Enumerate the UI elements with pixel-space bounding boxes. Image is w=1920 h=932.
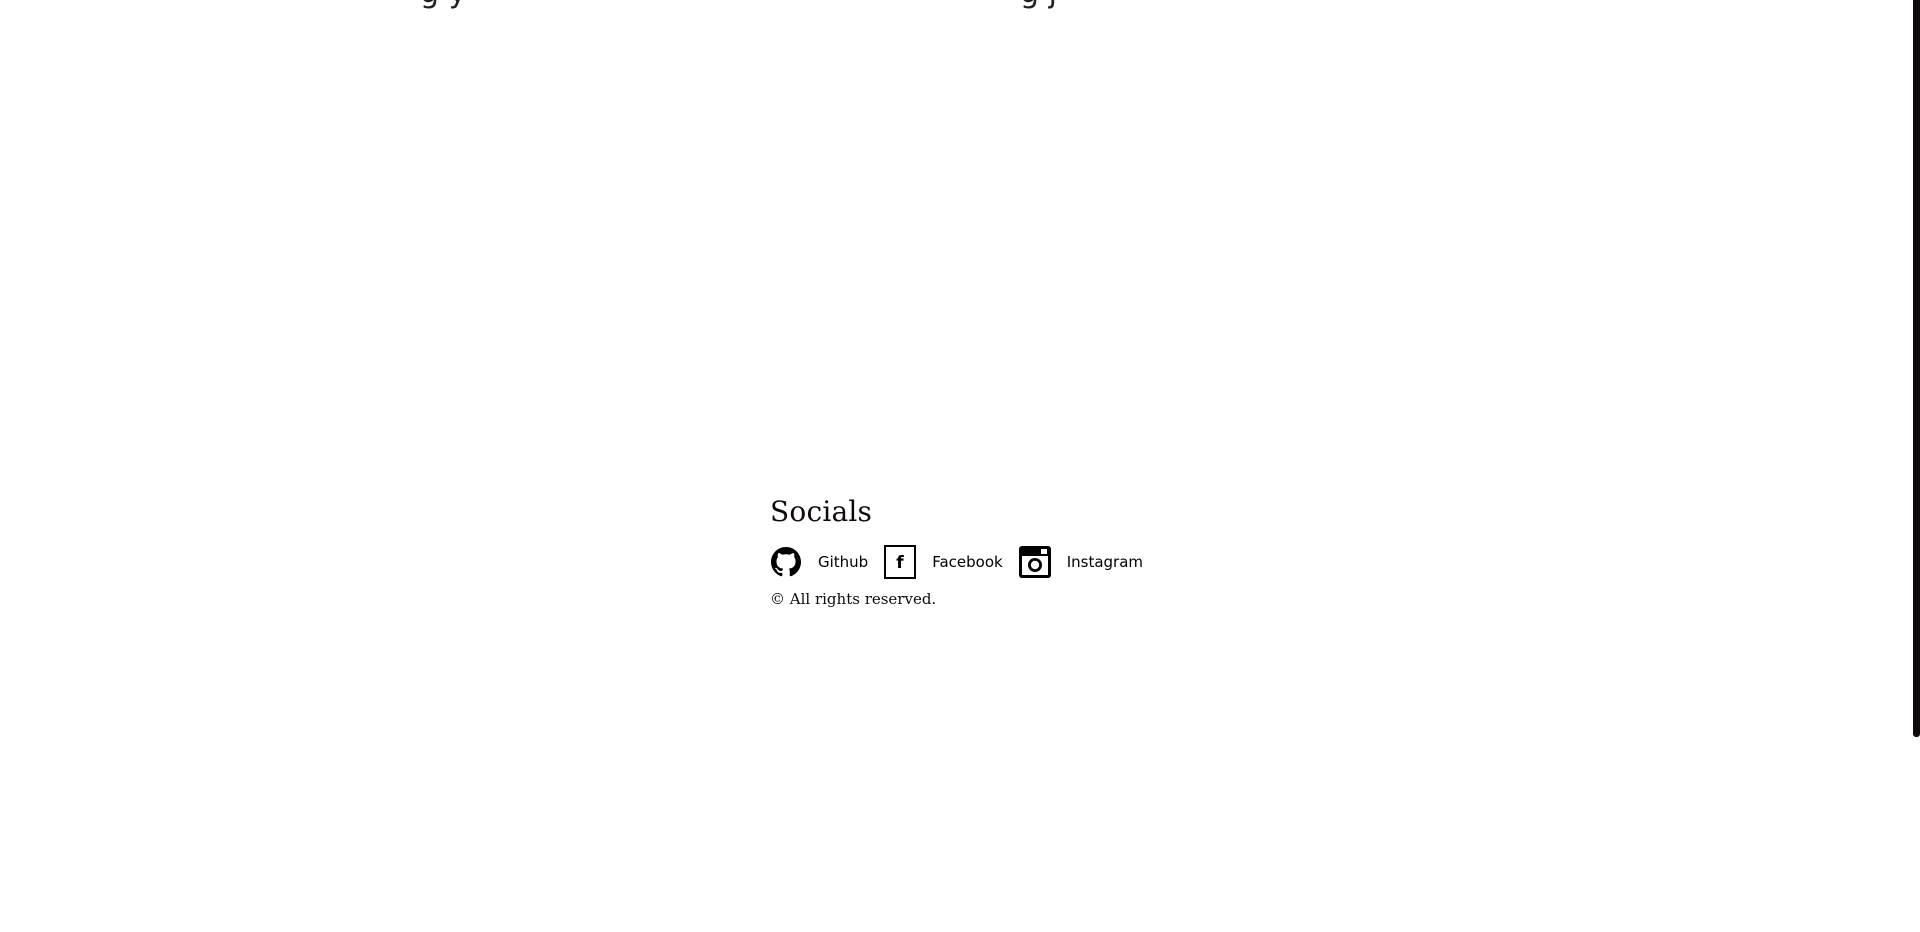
github-icon (770, 544, 802, 580)
github-link[interactable]: Github (770, 544, 868, 580)
copyright-text: © All rights reserved. (770, 590, 937, 608)
facebook-label: Facebook (932, 553, 1003, 571)
instagram-link[interactable]: Instagram (1018, 544, 1144, 580)
social-links: Github f Facebook Instagram (770, 544, 1159, 580)
facebook-link[interactable]: f Facebook (884, 544, 1003, 580)
clipped-heading-fragment: g j (1020, 0, 1057, 8)
footer: Socials Github f Facebook Instagram © Al… (770, 492, 1159, 610)
facebook-icon: f (884, 544, 917, 580)
instagram-icon (1018, 544, 1051, 580)
scrollbar[interactable] (1912, 0, 1920, 932)
clipped-heading-fragment: g y (420, 0, 466, 8)
socials-title: Socials (770, 495, 873, 528)
svg-text:f: f (897, 553, 905, 573)
github-label: Github (818, 553, 869, 571)
scrollbar-thumb[interactable] (1913, 0, 1920, 737)
instagram-label: Instagram (1066, 553, 1144, 571)
